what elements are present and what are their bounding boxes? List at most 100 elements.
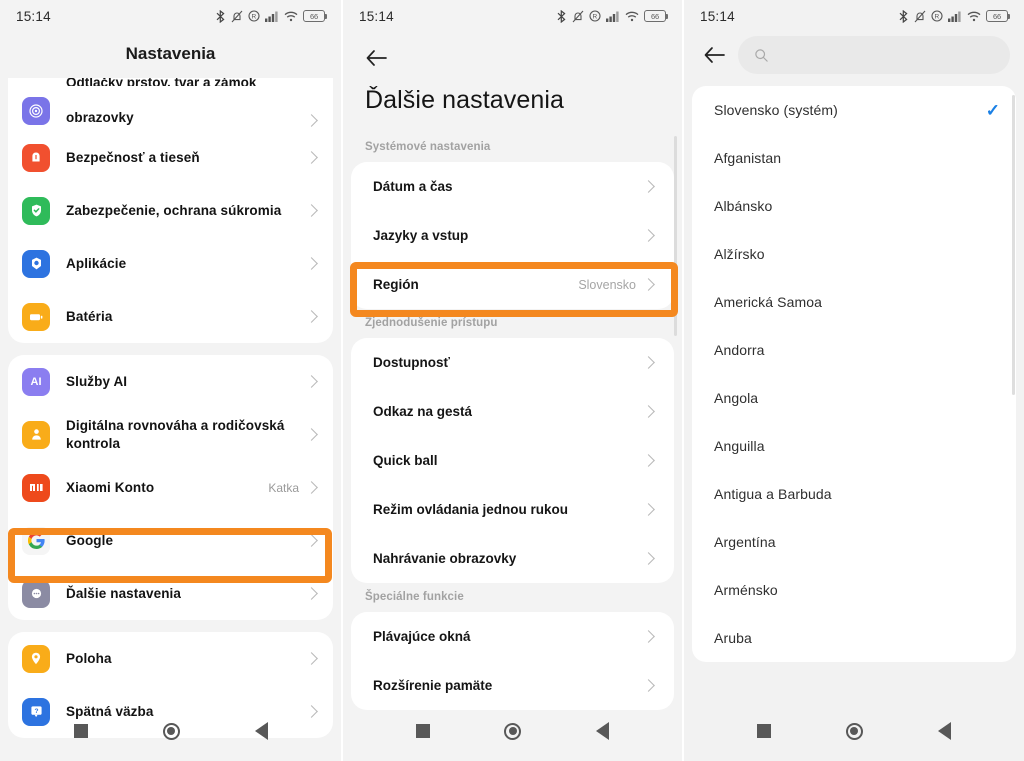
signal-icon <box>606 11 619 22</box>
list-item-region-11[interactable]: Aruba <box>692 614 1016 662</box>
list-item-accessibility[interactable]: Dostupnosť <box>351 338 674 387</box>
list-item-label: Odkaz na gestá <box>373 404 473 419</box>
mute-bell-icon <box>231 10 243 22</box>
chevron-right-icon <box>305 534 318 547</box>
list-item-label: Služby AI <box>66 373 128 389</box>
list-item-label-clipped: Odtlačky prstov, tvar a zámok <box>66 78 257 86</box>
status-clock: 15:14 <box>700 8 735 24</box>
chevron-right-icon <box>305 652 318 665</box>
location-pin-icon <box>22 644 50 673</box>
list-item-label: Dátum a čas <box>373 179 453 194</box>
list-item-label: Dostupnosť <box>373 355 450 370</box>
list-item-region-7[interactable]: Anguilla <box>692 422 1016 470</box>
back-arrow-icon[interactable] <box>698 38 732 72</box>
status-clock: 15:14 <box>359 8 394 24</box>
list-item-region-3[interactable]: Alžírsko <box>692 230 1016 278</box>
battery-icon: 66 <box>644 10 668 22</box>
fingerprint-icon <box>22 97 50 125</box>
list-item-label: Režim ovládania jednou rukou <box>373 502 569 517</box>
parental-control-icon <box>22 420 50 449</box>
back-triangle-icon[interactable] <box>937 722 951 740</box>
status-icons: R 66 <box>556 9 668 23</box>
list-item-ai-services[interactable]: AI Služby AI <box>8 355 333 408</box>
list-item-label: Afganistan <box>714 150 782 166</box>
wifi-icon <box>625 11 639 21</box>
list-item-value: Slovensko <box>578 277 636 292</box>
settings-card-2: AI Služby AI Digitálna rovnováha a rodič… <box>8 355 333 620</box>
mute-bell-icon <box>572 10 584 22</box>
list-item-region-0[interactable]: Slovensko (systém) ✓ <box>692 86 1016 134</box>
status-icons: R 66 <box>898 9 1010 23</box>
home-circle-icon[interactable] <box>845 722 863 740</box>
list-item-label: Antigua a Barbuda <box>714 486 832 502</box>
scrollbar-3[interactable] <box>1012 95 1015 395</box>
chevron-right-icon <box>642 630 655 643</box>
emergency-icon <box>22 143 50 172</box>
list-item-region-5[interactable]: Andorra <box>692 326 1016 374</box>
svg-text:R: R <box>252 14 257 21</box>
screenshot-root: 15:14 R 66 Nastavenia Odtlačky prstov, t… <box>0 0 1024 761</box>
list-item-quick-ball[interactable]: Quick ball <box>351 436 674 485</box>
list-item-region-10[interactable]: Arménsko <box>692 566 1016 614</box>
chevron-right-icon <box>305 310 318 323</box>
list-item-gesture-shortcut[interactable]: Odkaz na gestá <box>351 387 674 436</box>
wifi-icon <box>284 11 298 21</box>
dnd-icon: R <box>248 10 260 22</box>
list-item-date-time[interactable]: Dátum a čas <box>351 162 674 211</box>
list-item-more-settings[interactable]: Ďalšie nastavenia <box>8 567 333 620</box>
list-item-region-1[interactable]: Afganistan <box>692 134 1016 182</box>
status-clock: 15:14 <box>16 8 51 24</box>
region-list-card: Slovensko (systém) ✓ Afganistan Albánsko… <box>692 86 1016 662</box>
list-item-one-handed-mode[interactable]: Režim ovládania jednou rukou <box>351 485 674 534</box>
chevron-right-icon <box>642 180 655 193</box>
list-item-region-2[interactable]: Albánsko <box>692 182 1016 230</box>
chevron-right-icon <box>642 405 655 418</box>
list-item-label: Aruba <box>714 630 752 646</box>
page-title: Ďalšie nastavenia <box>365 86 565 114</box>
list-item-region-4[interactable]: Americká Samoa <box>692 278 1016 326</box>
list-item-security-privacy[interactable]: Zabezpečenie, ochrana súkromia <box>8 184 333 237</box>
recents-square-icon[interactable] <box>73 724 88 738</box>
list-item-languages-input[interactable]: Jazyky a vstup <box>351 211 674 260</box>
list-item-digital-wellbeing[interactable]: Digitálna rovnováha a rodičovská kontrol… <box>8 408 333 461</box>
list-item-region-6[interactable]: Angola <box>692 374 1016 422</box>
list-item-label: Google <box>66 532 114 548</box>
mute-bell-icon <box>914 10 926 22</box>
list-item-region-9[interactable]: Argentína <box>692 518 1016 566</box>
list-item-label: Nahrávanie obrazovky <box>373 551 517 566</box>
recents-square-icon[interactable] <box>757 724 772 738</box>
home-circle-icon[interactable] <box>162 722 180 740</box>
phone-screen-settings: 15:14 R 66 Nastavenia Odtlačky prstov, t… <box>0 0 341 761</box>
list-item-battery[interactable]: Batéria <box>8 290 333 343</box>
back-arrow-icon[interactable] <box>357 38 397 78</box>
chevron-right-icon <box>305 375 318 388</box>
list-item-label: Arménsko <box>714 582 778 598</box>
list-item-region[interactable]: Región Slovensko <box>351 260 674 309</box>
list-item-screen-recorder[interactable]: Nahrávanie obrazovky <box>351 534 674 583</box>
status-bar-2: 15:14 R 66 <box>343 0 682 32</box>
back-triangle-icon[interactable] <box>595 722 609 740</box>
battery-icon: 66 <box>303 10 327 22</box>
list-item-emergency[interactable]: Bezpečnosť a tieseň <box>8 131 333 184</box>
list-item-google[interactable]: Google <box>8 514 333 567</box>
back-triangle-icon[interactable] <box>254 722 268 740</box>
list-item-xiaomi-account[interactable]: Xiaomi Konto Katka <box>8 461 333 514</box>
chevron-right-icon <box>305 151 318 164</box>
group-header-special: Špeciálne funkcie <box>365 591 464 603</box>
list-item-label: obrazovky <box>66 110 134 126</box>
home-circle-icon[interactable] <box>504 722 522 740</box>
settings-card-accessibility: Dostupnosť Odkaz na gestá Quick ball Rež… <box>351 338 674 583</box>
list-item-label: Angola <box>714 390 759 406</box>
phone-screen-region-picker: 15:14 R 66 Slovensko (systém) ✓ Afganist… <box>682 0 1024 761</box>
chevron-right-icon <box>305 114 318 127</box>
scrollbar-2[interactable] <box>674 136 677 336</box>
recents-square-icon[interactable] <box>416 724 431 738</box>
search-input[interactable] <box>738 36 1010 74</box>
list-item-apps[interactable]: Aplikácie <box>8 237 333 290</box>
list-item-lockscreen[interactable]: Odtlačky prstov, tvar a zámok obrazovky <box>8 78 333 131</box>
list-item-label: Digitálna rovnováha a rodičovská kontrol… <box>66 417 285 451</box>
list-item-label: Poloha <box>66 650 112 666</box>
list-item-region-8[interactable]: Antigua a Barbuda <box>692 470 1016 518</box>
list-item-location[interactable]: Poloha <box>8 632 333 685</box>
list-item-floating-windows[interactable]: Plávajúce okná <box>351 612 674 661</box>
